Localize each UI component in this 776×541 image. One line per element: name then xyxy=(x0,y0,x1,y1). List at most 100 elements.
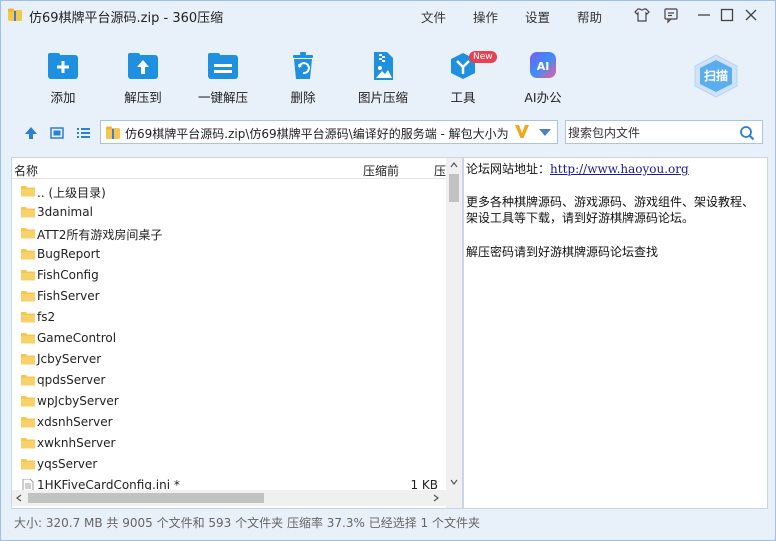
menu-file[interactable]: 文件 xyxy=(421,7,446,26)
scroll-left-icon[interactable] xyxy=(15,494,23,502)
one-click-extract-icon xyxy=(208,53,238,79)
file-name: xwknhServer xyxy=(37,436,116,450)
folder-row[interactable]: FishServer xyxy=(12,286,444,307)
zip-app-icon xyxy=(8,8,22,21)
column-compressed[interactable]: 压 xyxy=(434,162,446,179)
forum-link[interactable]: http://www.haoyou.org xyxy=(550,162,689,176)
folder-icon xyxy=(21,249,35,260)
file-name: fs2 xyxy=(37,310,56,324)
zip-file-icon xyxy=(106,126,120,139)
folder-row[interactable]: FishConfig xyxy=(12,265,444,286)
file-name: .. (上级目录) xyxy=(37,186,106,200)
address-path: 仿69棋牌平台源码.zip\仿69棋牌平台源码\编译好的服务端 - 解包大小为 xyxy=(125,127,509,141)
close-icon[interactable] xyxy=(742,6,760,24)
folder-row[interactable]: qpdsServer xyxy=(12,370,444,391)
ai-office-label: AI办公 xyxy=(524,90,562,105)
scroll-corner xyxy=(446,490,462,508)
one-click-extract-button[interactable]: 一键解压 xyxy=(183,51,263,111)
tools-label: 工具 xyxy=(450,90,476,105)
app-window: 仿69棋牌平台源码.zip - 360压缩 文件 操作 设置 帮助 添加 解压到… xyxy=(0,0,776,541)
folder-icon xyxy=(21,396,35,407)
forum-label: 论坛网站地址： xyxy=(466,162,551,176)
comment-line-3: 架设工具等下载，请到好游棋牌源码论坛。 xyxy=(466,211,695,225)
menu-help[interactable]: 帮助 xyxy=(577,7,602,26)
up-arrow-icon[interactable] xyxy=(23,125,39,141)
new-badge: New xyxy=(469,51,497,63)
file-name: 3danimal xyxy=(37,205,93,219)
file-name: qpdsServer xyxy=(37,373,106,387)
file-name: FishConfig xyxy=(37,268,99,282)
folder-icon xyxy=(21,186,35,197)
ai-office-button[interactable]: AI AI办公 xyxy=(503,51,583,111)
folder-row[interactable]: GameControl xyxy=(12,328,444,349)
extract-to-label: 解压到 xyxy=(124,90,162,105)
folder-icon xyxy=(21,228,35,239)
folder-row[interactable]: .. (上级目录) xyxy=(12,181,444,202)
folder-row[interactable]: wpJcbyServer xyxy=(12,391,444,412)
search-input[interactable] xyxy=(568,125,738,141)
one-click-extract-label: 一键解压 xyxy=(197,90,248,105)
comment-line-2: 更多各种棋牌源码、游戏源码、游戏组件、架设教程、 xyxy=(466,195,755,209)
file-name: JcbyServer xyxy=(37,352,102,366)
add-button[interactable]: 添加 xyxy=(23,51,103,111)
folder-icon xyxy=(21,333,35,344)
ai-icon: AI xyxy=(530,52,556,78)
search-icon[interactable] xyxy=(739,125,755,141)
trash-icon xyxy=(293,52,313,79)
menu-operation[interactable]: 操作 xyxy=(473,7,498,26)
tools-button[interactable]: New 工具 xyxy=(423,51,503,111)
delete-label: 删除 xyxy=(290,90,316,105)
delete-button[interactable]: 删除 xyxy=(263,51,343,111)
file-list-panel: 名称 压缩前 压 .. (上级目录) 3danimal ATT2所有游戏房间桌子 Bu… xyxy=(11,157,463,509)
skin-shirt-icon[interactable] xyxy=(633,6,651,24)
minimize-icon[interactable] xyxy=(695,6,713,24)
folder-row[interactable]: xwknhServer xyxy=(12,433,444,454)
address-bar[interactable]: 仿69棋牌平台源码.zip\仿69棋牌平台源码\编译好的服务端 - 解包大小为 xyxy=(100,120,558,144)
forum-line: 论坛网站地址：http://www.haoyou.org xyxy=(466,160,689,177)
column-name[interactable]: 名称 xyxy=(14,162,38,179)
image-compress-label: 图片压缩 xyxy=(357,90,408,105)
folder-row[interactable]: BugReport xyxy=(12,244,444,265)
horizontal-scroll-thumb[interactable] xyxy=(28,493,264,503)
list-view-icon[interactable] xyxy=(75,125,91,141)
vip-v-icon[interactable] xyxy=(513,122,531,140)
address-dropdown-icon[interactable] xyxy=(539,129,551,136)
scroll-right-icon[interactable] xyxy=(432,494,440,502)
scroll-up-icon[interactable] xyxy=(450,161,458,169)
folder-icon xyxy=(21,312,35,323)
vertical-scrollbar[interactable] xyxy=(446,158,462,490)
column-original-size[interactable]: 压缩前 xyxy=(363,162,399,179)
feedback-icon[interactable] xyxy=(662,6,680,24)
folder-icon xyxy=(21,270,35,281)
folder-icon xyxy=(21,375,35,386)
scan-label: 扫描 xyxy=(704,68,728,83)
folder-row[interactable]: xdsnhServer xyxy=(12,412,444,433)
folder-icon xyxy=(21,417,35,428)
folder-icon xyxy=(21,291,35,302)
add-label: 添加 xyxy=(50,90,76,105)
scroll-down-icon[interactable] xyxy=(450,478,458,486)
folder-icon xyxy=(21,354,35,365)
menu-settings[interactable]: 设置 xyxy=(525,7,550,26)
add-icon xyxy=(48,53,78,79)
search-box[interactable] xyxy=(565,120,763,144)
vertical-scroll-thumb[interactable] xyxy=(449,174,459,202)
scan-button[interactable]: 扫描 xyxy=(691,53,741,99)
toolbar: 添加 解压到 一键解压 删除 图片压缩 New 工具 AI AI办公 xyxy=(1,41,775,111)
image-compress-button[interactable]: 图片压缩 xyxy=(343,51,423,111)
extract-to-button[interactable]: 解压到 xyxy=(103,51,183,111)
image-compress-icon xyxy=(374,52,393,80)
file-name: BugReport xyxy=(37,247,101,261)
folder-row[interactable]: ATT2所有游戏房间桌子 xyxy=(12,223,444,244)
thumbnail-view-icon[interactable] xyxy=(49,125,65,141)
folder-row[interactable]: yqsServer xyxy=(12,454,444,475)
folder-row[interactable]: JcbyServer xyxy=(12,349,444,370)
title-bar: 仿69棋牌平台源码.zip - 360压缩 文件 操作 设置 帮助 xyxy=(1,1,775,29)
folder-row[interactable]: fs2 xyxy=(12,307,444,328)
column-header: 名称 压缩前 压 xyxy=(12,158,462,179)
address-row: 仿69棋牌平台源码.zip\仿69棋牌平台源码\编译好的服务端 - 解包大小为 xyxy=(1,119,775,147)
folder-row[interactable]: 3danimal xyxy=(12,202,444,223)
maximize-icon[interactable] xyxy=(718,6,736,24)
horizontal-scrollbar[interactable] xyxy=(12,490,446,506)
window-title: 仿69棋牌平台源码.zip - 360压缩 xyxy=(29,11,224,26)
